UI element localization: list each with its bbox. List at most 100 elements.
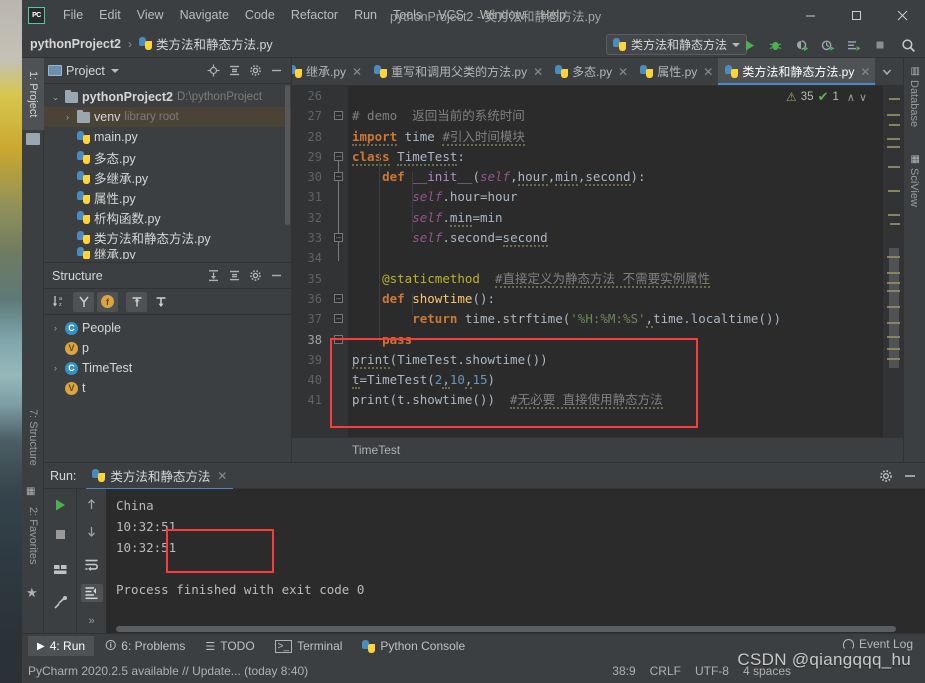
settings-gear-icon[interactable] <box>248 64 262 78</box>
editor-error-stripe[interactable] <box>883 86 903 462</box>
menu-code[interactable]: Code <box>237 4 283 26</box>
expand-all-icon[interactable] <box>206 269 220 283</box>
bottom-item-run[interactable]: ▶ 4: Run <box>28 636 94 656</box>
profile-icon[interactable] <box>819 37 836 54</box>
layout-icon[interactable] <box>49 559 71 579</box>
bottom-item-terminal[interactable]: >_ Terminal <box>266 636 352 656</box>
code-editor[interactable]: ⚠ 35 ✔ 1 ∧ ∨ 26 27 28 29 30 31 32 33 <box>292 86 903 462</box>
search-everywhere-icon[interactable] <box>900 37 917 54</box>
next-problem-icon[interactable]: ∨ <box>859 91 867 104</box>
editor-breadcrumb[interactable]: TimeTest <box>292 437 903 462</box>
sidebar-item-project[interactable]: 1: Project <box>22 58 44 130</box>
bottom-item-python-console[interactable]: Python Console <box>353 636 474 656</box>
locate-icon[interactable] <box>206 64 220 78</box>
scroll-from-source-icon[interactable] <box>126 292 147 312</box>
fold-handle-showtime-end[interactable]: – <box>334 314 343 323</box>
breadcrumb-class[interactable]: TimeTest <box>352 443 400 457</box>
menu-navigate[interactable]: Navigate <box>172 4 237 26</box>
breadcrumb-project[interactable]: pythonProject2 <box>30 37 121 51</box>
tree-row-main-py[interactable]: main.py <box>44 127 291 147</box>
run-console[interactable]: China 10:32:51 10:32:51 Process finished… <box>106 489 925 634</box>
scroll-to-end-icon[interactable] <box>81 584 103 603</box>
chevron-down-icon[interactable] <box>111 69 119 73</box>
bottom-item-todo[interactable]: ☰ TODO <box>196 636 263 656</box>
breadcrumb-file[interactable]: 类方法和静态方法.py <box>156 34 273 53</box>
run-with-console-icon[interactable] <box>845 37 862 54</box>
soft-wrap-icon[interactable] <box>81 556 103 575</box>
project-tree[interactable]: ⌄ pythonProject2 D:\pythonProject › venv… <box>44 84 291 262</box>
stop-icon[interactable] <box>49 524 71 544</box>
run-configuration-selector[interactable]: 类方法和静态方法 <box>606 34 747 55</box>
chevron-right-icon[interactable]: › <box>50 323 61 333</box>
close-icon[interactable]: ✕ <box>618 65 628 79</box>
tree-row-duojicheng-py[interactable]: 多继承.py <box>44 167 291 187</box>
event-log-button[interactable]: Event Log <box>843 637 913 651</box>
debug-icon[interactable] <box>767 37 784 54</box>
status-encoding[interactable]: UTF-8 <box>695 664 729 678</box>
status-line-separator[interactable]: CRLF <box>650 664 681 678</box>
run-icon[interactable] <box>741 37 758 54</box>
show-fields-icon[interactable]: f <box>97 292 118 312</box>
tab-jicheng-py[interactable]: 继承.py ✕ <box>292 58 367 85</box>
menu-edit[interactable]: Edit <box>91 4 129 26</box>
menu-refactor[interactable]: Refactor <box>283 4 346 26</box>
tree-row-leifangfa-py[interactable]: 类方法和静态方法.py <box>44 227 291 247</box>
chevron-down-icon[interactable]: ⌄ <box>50 92 61 103</box>
tab-leifangfa-py[interactable]: 类方法和静态方法.py ✕ <box>718 58 875 85</box>
sort-alphabetically-icon[interactable]: az <box>49 292 70 312</box>
fold-handle-pass[interactable]: – <box>334 335 343 344</box>
status-indent[interactable]: 4 spaces <box>743 664 791 678</box>
minimize-button[interactable] <box>787 0 833 30</box>
close-icon[interactable]: ✕ <box>703 65 713 79</box>
up-icon[interactable] <box>81 495 103 514</box>
structure-tree[interactable]: › C People V p › C TimeTest V t <box>44 315 291 401</box>
chevron-right-icon[interactable]: › <box>62 112 73 122</box>
run-tab[interactable]: 类方法和静态方法 ✕ <box>86 464 233 487</box>
hide-icon[interactable] <box>903 469 917 483</box>
tab-shuxing-py[interactable]: 属性.py ✕ <box>633 58 718 85</box>
settings-gear-icon[interactable] <box>248 269 262 283</box>
close-button[interactable] <box>879 0 925 30</box>
fold-handle-comment[interactable]: – <box>334 111 343 120</box>
tree-row-xigou-py[interactable]: 析构函数.py <box>44 207 291 227</box>
fold-handle-showtime[interactable]: – <box>334 294 343 303</box>
rerun-icon[interactable] <box>49 495 71 515</box>
inspection-status[interactable]: ⚠ 35 ✔ 1 ∧ ∨ <box>786 89 867 105</box>
maximize-button[interactable] <box>833 0 879 30</box>
down-icon[interactable] <box>81 523 103 542</box>
settings-gear-icon[interactable] <box>879 469 893 483</box>
menu-run[interactable]: Run <box>346 4 385 26</box>
fold-handle-init[interactable]: – <box>334 172 343 181</box>
status-caret-position[interactable]: 38:9 <box>612 664 635 678</box>
hide-icon[interactable] <box>269 64 283 78</box>
show-inherited-icon[interactable] <box>73 292 94 312</box>
more-icon[interactable]: » <box>81 611 103 630</box>
structure-row-timetest[interactable]: › C TimeTest <box>44 358 291 378</box>
tab-chongxie-py[interactable]: 重写和调用父类的方法.py ✕ <box>367 58 548 85</box>
fold-handle-class[interactable]: – <box>334 152 343 161</box>
structure-row-p[interactable]: V p <box>44 338 291 358</box>
sidebar-item-favorites[interactable]: 2: Favorites <box>22 488 44 584</box>
close-icon[interactable]: ✕ <box>860 65 870 79</box>
collapse-all-icon[interactable] <box>227 64 241 78</box>
tab-duotai-py[interactable]: 多态.py ✕ <box>548 58 633 85</box>
tree-row-venv[interactable]: › venv library root <box>44 107 291 127</box>
collapse-all-icon[interactable] <box>227 269 241 283</box>
menu-view[interactable]: View <box>129 4 172 26</box>
hide-icon[interactable] <box>269 269 283 283</box>
tree-row-jicheng-py[interactable]: 继承.py <box>44 247 291 259</box>
close-icon[interactable]: ✕ <box>352 65 362 79</box>
structure-row-t[interactable]: V t <box>44 378 291 398</box>
tree-row-duotai-py[interactable]: 多态.py <box>44 147 291 167</box>
close-icon[interactable]: ✕ <box>533 65 543 79</box>
tree-row-shuxing-py[interactable]: 属性.py <box>44 187 291 207</box>
status-message[interactable]: PyCharm 2020.2.5 available // Update... … <box>28 664 308 678</box>
stop-icon[interactable] <box>871 37 888 54</box>
scroll-to-source-icon[interactable] <box>150 292 171 312</box>
prev-problem-icon[interactable]: ∧ <box>847 91 855 104</box>
project-scrollbar[interactable] <box>285 85 290 225</box>
fold-handle-init-end[interactable]: – <box>334 233 343 242</box>
structure-row-people[interactable]: › C People <box>44 318 291 338</box>
menu-file[interactable]: File <box>55 4 91 26</box>
tree-row-project-root[interactable]: ⌄ pythonProject2 D:\pythonProject <box>44 87 291 107</box>
